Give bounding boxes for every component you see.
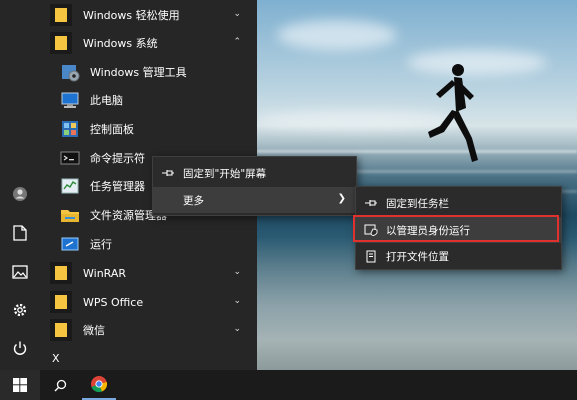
chevron-down-icon: ⌄ bbox=[233, 9, 241, 19]
app-label: 命令提示符 bbox=[90, 152, 145, 165]
folder-icon bbox=[55, 266, 67, 280]
chevron-down-icon: ⌄ bbox=[233, 296, 241, 306]
app-this-pc[interactable]: 此电脑 bbox=[50, 86, 257, 114]
start-rail bbox=[0, 0, 40, 370]
app-label: 此电脑 bbox=[90, 94, 123, 107]
app-label: 运行 bbox=[90, 238, 112, 251]
folder-icon bbox=[55, 295, 67, 309]
menu-item-label: 固定到任务栏 bbox=[386, 197, 449, 210]
command-prompt-icon bbox=[60, 151, 80, 165]
search-button[interactable] bbox=[42, 370, 78, 400]
control-panel-icon bbox=[62, 121, 78, 137]
run-icon bbox=[61, 237, 79, 251]
search-icon bbox=[54, 379, 66, 391]
pin-icon bbox=[162, 170, 174, 176]
runner-figure bbox=[428, 64, 478, 162]
app-label: 微信 bbox=[83, 324, 105, 337]
app-windows-admin-tools[interactable]: Windows 管理工具 bbox=[50, 58, 257, 86]
pictures-button[interactable] bbox=[0, 253, 40, 291]
file-location-icon bbox=[366, 250, 376, 262]
app-label: 任务管理器 bbox=[90, 180, 145, 193]
app-label: WPS Office bbox=[83, 295, 144, 309]
chrome-taskbar-button[interactable] bbox=[82, 370, 116, 400]
app-folder-winrar[interactable]: WinRAR ⌄ bbox=[50, 259, 257, 287]
menu-item-pin-to-taskbar[interactable]: 固定到任务栏 bbox=[356, 190, 561, 216]
app-label: Windows 系统 bbox=[83, 37, 158, 50]
documents-icon bbox=[13, 225, 27, 241]
chevron-right-icon: ❯ bbox=[337, 193, 346, 204]
menu-item-pin-to-start[interactable]: 固定到"开始"屏幕 bbox=[153, 160, 356, 186]
power-icon bbox=[13, 341, 27, 355]
app-folder-windows-system[interactable]: Windows 系统 ⌃ bbox=[50, 29, 257, 57]
app-run[interactable]: 运行 bbox=[50, 230, 257, 258]
app-label: WinRAR bbox=[83, 266, 127, 280]
pin-icon bbox=[365, 200, 377, 206]
folder-icon bbox=[55, 8, 67, 22]
chevron-down-icon: ⌄ bbox=[233, 267, 241, 277]
file-explorer-icon bbox=[61, 210, 79, 222]
admin-tools-icon bbox=[62, 65, 80, 82]
app-label: 控制面板 bbox=[90, 123, 134, 136]
settings-icon bbox=[13, 303, 27, 317]
menu-item-more[interactable]: 更多 ❯ bbox=[153, 187, 356, 213]
power-button[interactable] bbox=[0, 329, 40, 367]
start-button[interactable] bbox=[0, 370, 40, 400]
menu-item-open-file-location[interactable]: 打开文件位置 bbox=[356, 243, 561, 269]
user-icon bbox=[13, 187, 27, 201]
chevron-up-icon: ⌃ bbox=[233, 37, 241, 47]
pictures-icon bbox=[12, 265, 28, 279]
documents-button[interactable] bbox=[0, 214, 40, 252]
app-label: Windows 管理工具 bbox=[90, 66, 187, 79]
user-account-button[interactable] bbox=[0, 175, 40, 213]
app-folder-wechat[interactable]: 微信 ⌄ bbox=[50, 316, 257, 344]
task-manager-icon bbox=[61, 178, 79, 194]
app-control-panel[interactable]: 控制面板 bbox=[50, 115, 257, 143]
menu-item-label: 固定到"开始"屏幕 bbox=[183, 167, 267, 180]
menu-item-label: 更多 bbox=[183, 194, 204, 207]
app-folder-wps-office[interactable]: WPS Office ⌄ bbox=[50, 288, 257, 316]
chrome-icon bbox=[91, 376, 108, 393]
app-folder-windows-ease-of-access[interactable]: Windows 轻松使用 ⌄ bbox=[50, 1, 257, 29]
taskbar bbox=[0, 370, 577, 400]
annotation-highlight-box bbox=[353, 215, 559, 242]
settings-button[interactable] bbox=[0, 291, 40, 329]
folder-icon bbox=[55, 323, 67, 337]
menu-item-label: 打开文件位置 bbox=[386, 250, 449, 263]
folder-icon bbox=[55, 36, 67, 50]
section-letter-header[interactable]: X bbox=[52, 352, 60, 365]
this-pc-icon bbox=[61, 92, 79, 108]
chevron-down-icon: ⌄ bbox=[233, 324, 241, 334]
windows-logo-icon bbox=[13, 378, 27, 392]
app-label: Windows 轻松使用 bbox=[83, 9, 180, 22]
context-menu: 固定到"开始"屏幕 更多 ❯ bbox=[152, 156, 357, 216]
